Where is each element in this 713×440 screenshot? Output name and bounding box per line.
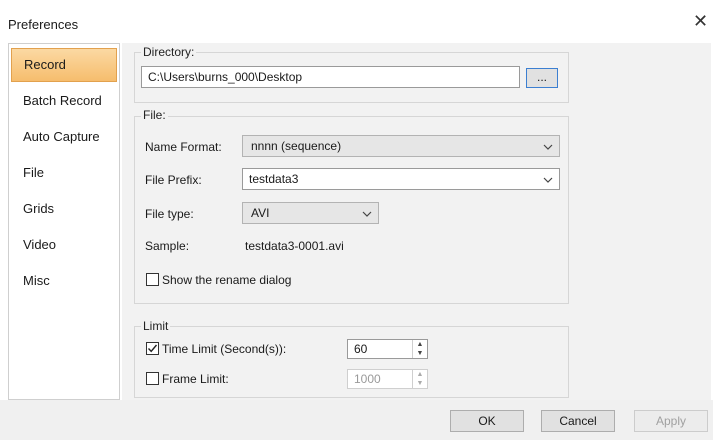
file-type-label: File type: [145, 207, 194, 221]
frame-limit-value: 1000 [354, 372, 381, 386]
frame-limit-checkbox[interactable] [146, 372, 159, 385]
name-format-select[interactable]: nnnn (sequence) [242, 135, 560, 157]
limit-group-label: Limit [141, 319, 171, 333]
file-type-value: AVI [251, 206, 270, 220]
time-limit-label[interactable]: Time Limit (Second(s)): [162, 342, 286, 356]
chevron-down-icon [362, 203, 372, 224]
directory-group-label: Directory: [141, 45, 197, 59]
spin-buttons[interactable]: ▲ ▼ [412, 370, 427, 388]
dialog-title: Preferences [8, 17, 79, 32]
sidebar-item-file[interactable]: File [11, 156, 117, 190]
file-group-label: File: [141, 108, 168, 122]
file-prefix-label: File Prefix: [145, 173, 202, 187]
preferences-sidebar: Record Batch Record Auto Capture File Gr… [8, 43, 120, 400]
spin-up-icon[interactable]: ▲ [413, 340, 427, 349]
time-limit-spinner[interactable]: 60 ▲ ▼ [347, 339, 428, 359]
spin-buttons[interactable]: ▲ ▼ [412, 340, 427, 358]
spin-up-icon[interactable]: ▲ [413, 370, 427, 379]
name-format-value: nnnn (sequence) [251, 139, 342, 153]
chevron-down-icon [543, 136, 553, 157]
spin-down-icon[interactable]: ▼ [413, 379, 427, 388]
spin-down-icon[interactable]: ▼ [413, 349, 427, 358]
apply-button[interactable]: Apply [634, 410, 708, 432]
file-prefix-combo[interactable]: testdata3 [242, 168, 560, 190]
sample-label: Sample: [145, 239, 190, 253]
checkmark-icon [147, 344, 158, 353]
browse-directory-button[interactable]: ... [526, 68, 558, 88]
chevron-down-icon[interactable] [543, 169, 553, 190]
sidebar-item-video[interactable]: Video [11, 228, 117, 262]
file-prefix-value: testdata3 [249, 172, 299, 186]
sidebar-item-misc[interactable]: Misc [11, 264, 117, 298]
rename-dialog-checkbox[interactable] [146, 273, 159, 286]
frame-limit-spinner[interactable]: 1000 ▲ ▼ [347, 369, 428, 389]
cancel-button[interactable]: Cancel [541, 410, 615, 432]
frame-limit-label[interactable]: Frame Limit: [162, 372, 229, 386]
name-format-label: Name Format: [145, 140, 222, 154]
close-icon[interactable]: ✕ [693, 12, 708, 30]
sidebar-item-batch-record[interactable]: Batch Record [11, 84, 117, 118]
sidebar-item-record[interactable]: Record [11, 48, 117, 82]
sidebar-item-auto-capture[interactable]: Auto Capture [11, 120, 117, 154]
rename-dialog-label[interactable]: Show the rename dialog [162, 273, 291, 287]
ok-button[interactable]: OK [450, 410, 524, 432]
sidebar-item-grids[interactable]: Grids [11, 192, 117, 226]
sample-filename: testdata3-0001.avi [245, 239, 344, 253]
time-limit-value: 60 [354, 342, 368, 356]
time-limit-checkbox[interactable] [146, 342, 159, 355]
file-type-select[interactable]: AVI [242, 202, 379, 224]
directory-path-field[interactable]: C:\Users\burns_000\Desktop [141, 66, 520, 88]
